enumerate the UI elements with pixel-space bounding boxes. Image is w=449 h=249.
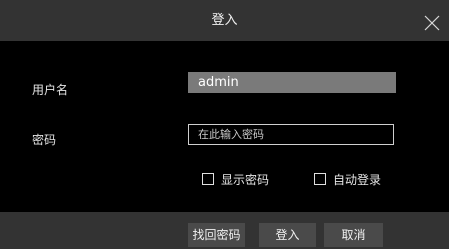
close-icon — [424, 15, 440, 31]
recover-password-button[interactable]: 找回密码 — [188, 223, 245, 247]
auto-login-box[interactable] — [314, 173, 326, 185]
show-password-box[interactable] — [202, 173, 214, 185]
show-password-label: 显示密码 — [221, 172, 270, 187]
auto-login-checkbox[interactable]: 自动登录 — [314, 171, 381, 187]
cancel-button[interactable]: 取消 — [324, 223, 383, 247]
dialog-title: 登入 — [211, 13, 238, 28]
password-field[interactable]: 在此输入密码 — [188, 124, 394, 145]
close-button[interactable] — [424, 15, 440, 31]
username-label: 用户名 — [32, 83, 69, 97]
username-field[interactable]: admin — [188, 72, 396, 93]
password-label: 密码 — [32, 133, 57, 147]
auto-login-label: 自动登录 — [333, 172, 382, 187]
show-password-checkbox[interactable]: 显示密码 — [202, 171, 269, 187]
login-button[interactable]: 登入 — [259, 223, 316, 247]
login-dialog: 登入 用户名 admin 密码 在此输入密码 显示密码 自动登录 找回密码 登入… — [0, 0, 449, 249]
